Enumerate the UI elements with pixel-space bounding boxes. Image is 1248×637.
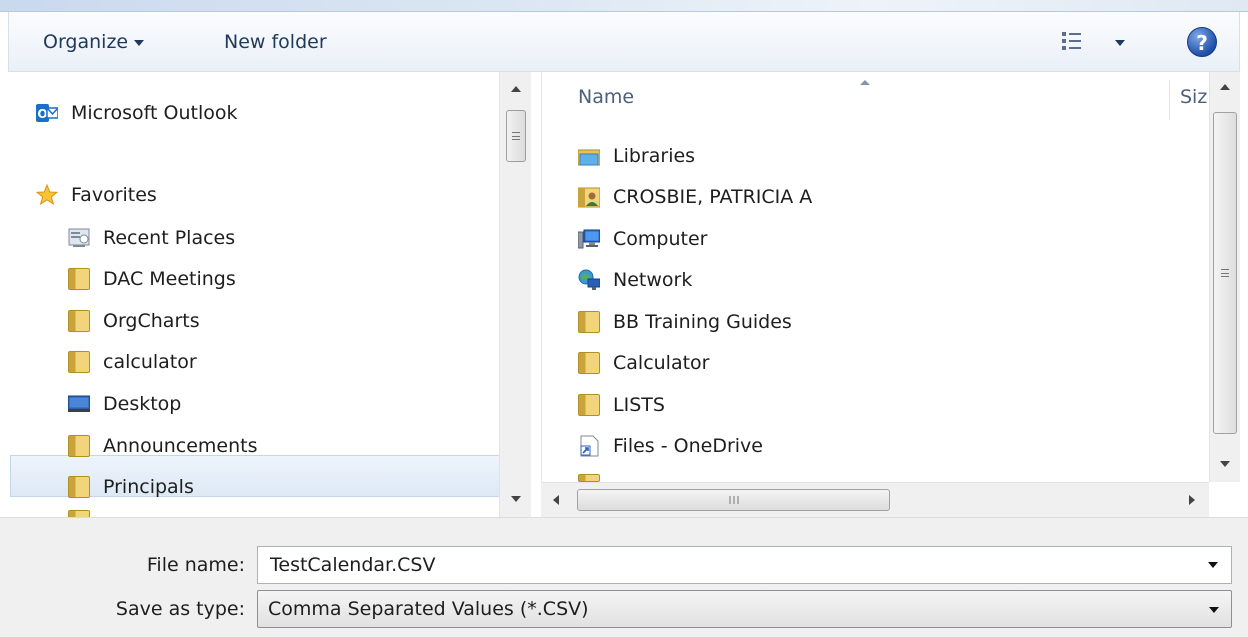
- nav-item-label: Principals: [103, 476, 194, 498]
- column-header-name[interactable]: Name: [578, 86, 634, 108]
- column-divider[interactable]: [1169, 80, 1170, 120]
- toolbar: Organize New folder ?: [8, 12, 1240, 72]
- file-name-input[interactable]: [257, 546, 1232, 584]
- list-item-label: Computer: [613, 228, 708, 250]
- column-header-row: Name Siz: [542, 72, 1209, 126]
- nav-item-label: Recent Places: [103, 227, 236, 249]
- save-form: File name: Save as type: Comma Separated…: [0, 517, 1248, 637]
- folder-icon: [578, 352, 600, 374]
- horizontal-scroll-thumb[interactable]: [577, 489, 890, 511]
- shortcut-icon: [580, 435, 599, 457]
- list-item-label: Files - OneDrive: [613, 435, 763, 457]
- save-as-type-select[interactable]: Comma Separated Values (*.CSV): [257, 590, 1232, 628]
- nav-item-label: Microsoft Outlook: [71, 102, 238, 124]
- chevron-down-icon: [134, 39, 145, 46]
- scroll-right-icon[interactable]: [1189, 495, 1195, 505]
- grip-icon: [1221, 269, 1229, 277]
- navigation-scrollbar[interactable]: [499, 72, 531, 517]
- file-name-dropdown-icon[interactable]: [1208, 562, 1218, 568]
- save-as-type-label: Save as type:: [115, 598, 245, 620]
- nav-item-label: OrgCharts: [103, 310, 200, 332]
- grip-icon: [512, 132, 520, 140]
- recent-places-icon: [68, 228, 90, 247]
- scroll-down-icon[interactable]: [510, 496, 521, 502]
- file-list-horizontal-scrollbar[interactable]: [541, 482, 1209, 517]
- window-top-strip: [0, 0, 1248, 12]
- user-folder-icon: [578, 187, 600, 208]
- navigation-pane: O Microsoft Outlook Favorites Recent Pla…: [8, 72, 531, 517]
- libraries-icon: [578, 149, 600, 166]
- view-options-chevron-icon[interactable]: [1115, 40, 1125, 46]
- save-as-type-value: Comma Separated Values (*.CSV): [268, 598, 589, 620]
- file-name-label: File name:: [146, 554, 245, 576]
- scroll-left-icon[interactable]: [553, 495, 559, 505]
- file-list-pane: Name Siz Libraries CROSBIE, PATRICIA A C…: [541, 72, 1209, 482]
- list-item-label: BB Training Guides: [613, 311, 792, 333]
- nav-item-label: calculator: [103, 351, 197, 373]
- nav-item-label: Announcements: [103, 435, 258, 457]
- chevron-down-icon: [1209, 607, 1219, 613]
- organize-label: Organize: [43, 31, 129, 53]
- list-item-label: Network: [613, 269, 693, 291]
- help-button[interactable]: ?: [1187, 27, 1217, 57]
- svg-text:O: O: [37, 107, 47, 121]
- file-list-scroll-thumb[interactable]: [1213, 112, 1237, 434]
- nav-item-label: Favorites: [71, 184, 157, 206]
- nav-item-label: DAC Meetings: [103, 268, 236, 290]
- organize-button[interactable]: Organize: [43, 26, 145, 58]
- scroll-up-icon[interactable]: [510, 86, 521, 92]
- new-folder-button[interactable]: New folder: [224, 26, 327, 58]
- folder-icon: [578, 474, 600, 482]
- list-item-label: CROSBIE, PATRICIA A: [613, 186, 813, 208]
- folder-icon: [578, 394, 600, 416]
- list-item-label: Calculator: [613, 352, 710, 374]
- view-options-icon[interactable]: [1061, 30, 1083, 52]
- scroll-up-icon[interactable]: [1220, 84, 1230, 90]
- list-item-label: LISTS: [613, 394, 665, 416]
- folder-icon: [68, 435, 90, 457]
- desktop-icon: [68, 395, 90, 412]
- navigation-scroll-thumb[interactable]: [506, 110, 526, 162]
- column-header-size[interactable]: Siz: [1180, 86, 1207, 108]
- file-list-vertical-scrollbar[interactable]: [1209, 72, 1240, 482]
- folder-icon: [68, 510, 90, 517]
- network-icon: [578, 269, 600, 290]
- grip-icon: [729, 496, 738, 504]
- star-icon: [36, 184, 58, 206]
- folder-icon: [68, 476, 90, 498]
- outlook-icon: O: [36, 104, 58, 122]
- computer-icon: [578, 229, 600, 249]
- scroll-down-icon[interactable]: [1220, 461, 1230, 467]
- folder-icon: [68, 310, 90, 332]
- folder-icon: [68, 351, 90, 373]
- list-item-label: Libraries: [613, 145, 696, 167]
- folder-icon: [578, 311, 600, 333]
- sort-ascending-icon: [860, 80, 870, 85]
- nav-item-label: Desktop: [103, 393, 182, 415]
- folder-icon: [68, 268, 90, 290]
